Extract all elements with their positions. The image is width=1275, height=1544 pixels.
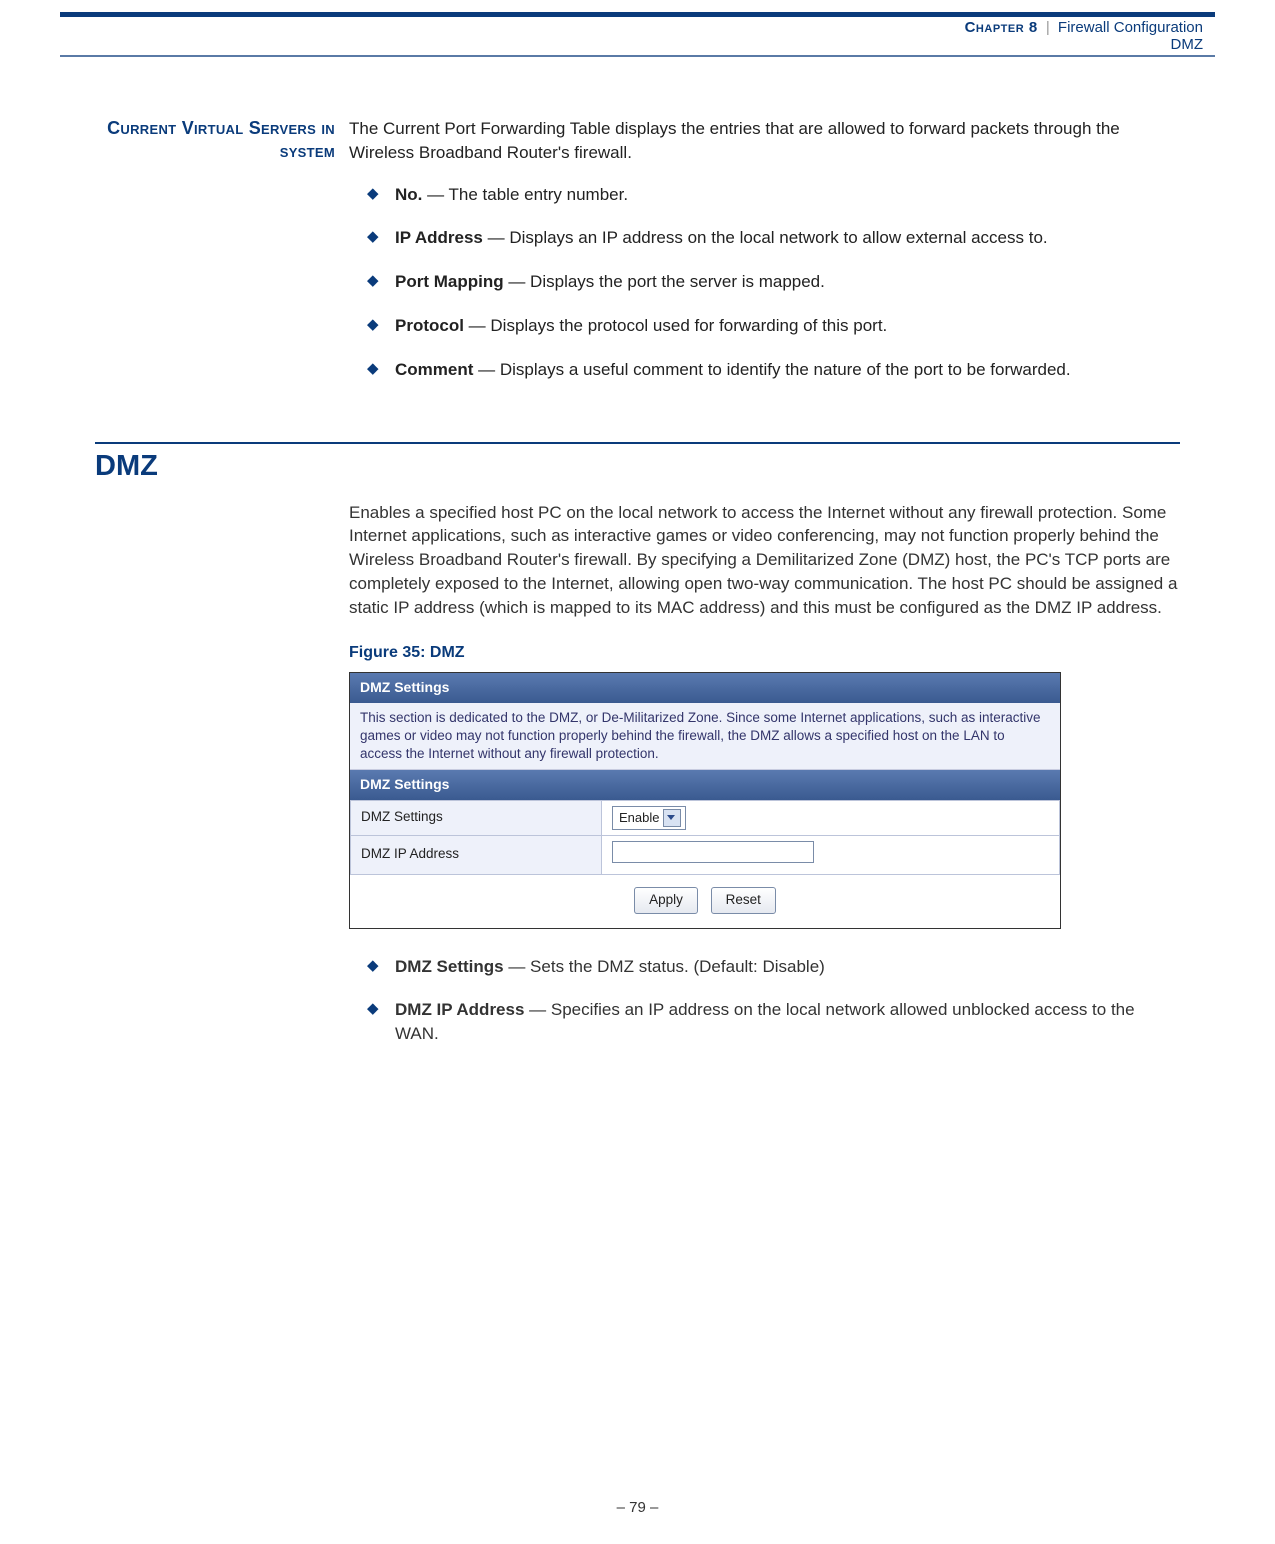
figure-caption: Figure 35: DMZ [349, 642, 1180, 664]
chevron-down-icon [663, 809, 681, 827]
bullet-desc: — Displays the protocol used for forward… [464, 316, 887, 335]
page-number: – 79 – [0, 1499, 1275, 1516]
reset-button[interactable]: Reset [711, 887, 776, 914]
apply-button[interactable]: Apply [634, 887, 698, 914]
chapter-title: Firewall Configuration [1058, 19, 1203, 36]
bullet-term: IP Address [395, 228, 483, 247]
figure-dmz-screenshot: DMZ Settings This section is dedicated t… [349, 672, 1061, 929]
section-title-dmz: DMZ [95, 450, 1180, 483]
bullet-desc: — Displays the port the server is mapped… [504, 272, 825, 291]
dmz-settings-select[interactable]: Enable [612, 806, 686, 830]
bullet-term: DMZ IP Address [395, 1000, 524, 1019]
bullet-term: DMZ Settings [395, 957, 504, 976]
list-item: Comment — Displays a useful comment to i… [349, 358, 1180, 382]
list-item: No. — The table entry number. [349, 183, 1180, 207]
dmz-ip-label: DMZ IP Address [351, 835, 602, 874]
dmz-settings-field: Enable [602, 800, 1060, 835]
side-heading-current-virtual-servers: Current Virtual Servers in system [95, 117, 349, 162]
dmz-ip-field [602, 835, 1060, 874]
section-rule [95, 442, 1180, 444]
running-header-sub: DMZ [0, 36, 1203, 53]
list-item: IP Address — Displays an IP address on t… [349, 226, 1180, 250]
bullet-term: No. [395, 185, 422, 204]
bullet-term: Protocol [395, 316, 464, 335]
bullet-term: Comment [395, 360, 473, 379]
figure-title-bar: DMZ Settings [350, 673, 1060, 703]
bullet-desc: — The table entry number. [422, 185, 628, 204]
list-item: DMZ IP Address — Specifies an IP address… [349, 998, 1180, 1046]
list-item: Port Mapping — Displays the port the ser… [349, 270, 1180, 294]
bullet-desc: — Displays a useful comment to identify … [473, 360, 1070, 379]
dmz-settings-label: DMZ Settings [351, 800, 602, 835]
list-item: Protocol — Displays the protocol used fo… [349, 314, 1180, 338]
section1-intro: The Current Port Forwarding Table displa… [349, 117, 1180, 165]
bullet-term: Port Mapping [395, 272, 504, 291]
list-item: DMZ Settings — Sets the DMZ status. (Def… [349, 955, 1180, 979]
figure-description: This section is dedicated to the DMZ, or… [350, 703, 1060, 771]
header-separator: | [1046, 19, 1050, 36]
bullet-desc: — Sets the DMZ status. (Default: Disable… [504, 957, 825, 976]
top-thin-rule [60, 55, 1215, 57]
running-header: Chapter 8 | Firewall Configuration [0, 19, 1203, 36]
figure-section-bar: DMZ Settings [350, 770, 1060, 800]
dmz-settings-select-value: Enable [619, 809, 659, 827]
chapter-number: Chapter 8 [965, 19, 1038, 36]
dmz-ip-input[interactable] [612, 841, 814, 863]
top-thick-rule [60, 12, 1215, 17]
dmz-intro: Enables a specified host PC on the local… [349, 501, 1180, 620]
bullet-desc: — Displays an IP address on the local ne… [483, 228, 1048, 247]
